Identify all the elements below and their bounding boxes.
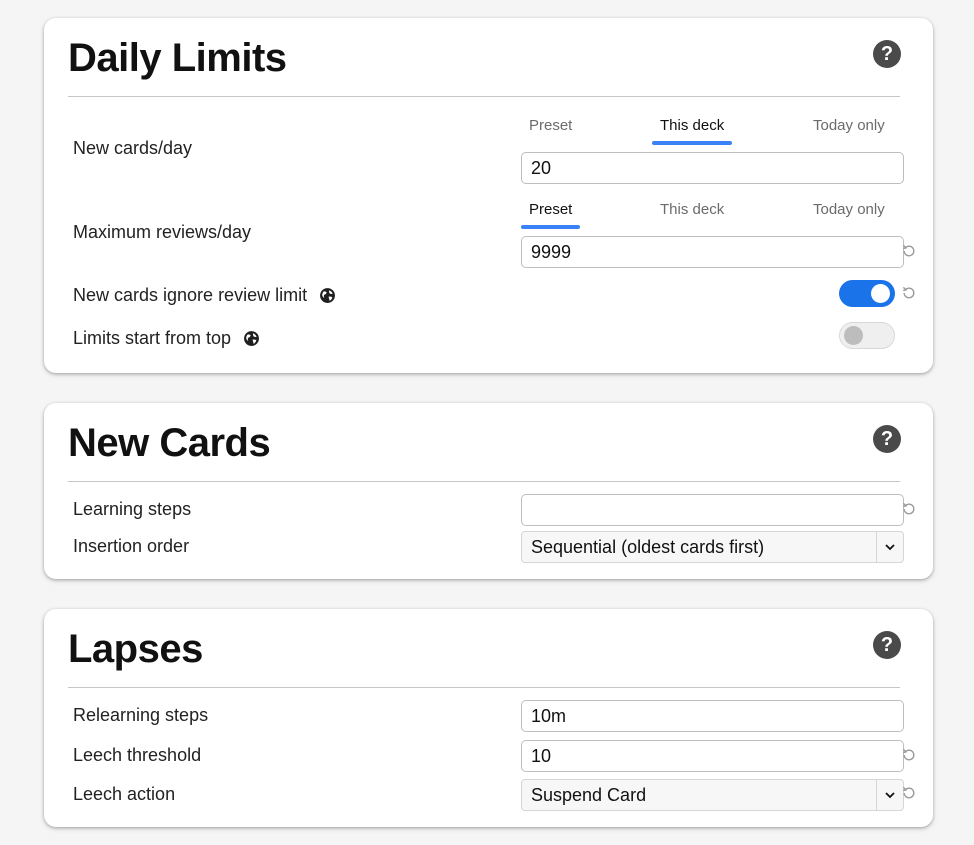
max-reviews-revert-icon[interactable] [901,243,917,259]
globe-icon [244,331,259,346]
lapses-help-icon[interactable]: ? [873,631,901,659]
leech-action-dropdown[interactable] [876,780,903,810]
new-cards-title: New Cards [68,421,271,465]
chevron-down-icon [885,792,895,799]
globe-icon [320,288,336,303]
relearning-steps-label-text: Relearning steps [73,705,209,725]
new-cards-per-day-input[interactable] [521,152,904,184]
insertion-order-value: Sequential (oldest cards first) [531,536,765,557]
lapses-card: Lapses ? Relearning steps Leech threshol… [44,609,933,827]
leech-threshold-revert-icon[interactable] [901,747,917,763]
daily-limits-title: Daily Limits [68,36,287,80]
relearning-steps-input[interactable] [521,700,904,732]
insertion-order-label: Insertion order [73,536,189,557]
leech-action-label-text: Leech action [73,784,176,804]
leech-action-value: Suspend Card [531,784,647,805]
limits-from-top-label-text: Limits start from top [73,328,232,348]
tab-max-reviews-this-deck[interactable]: This deck [660,201,724,218]
leech-threshold-label: Leech threshold [73,745,201,766]
learning-steps-input[interactable] [521,494,904,526]
max-reviews-per-day-label: Maximum reviews/day [73,222,251,243]
insertion-order-select[interactable]: Sequential (oldest cards first) [521,531,904,563]
leech-action-label: Leech action [73,784,175,805]
new-cards-card: New Cards ? Learning steps Insertion ord… [44,403,933,579]
new-cards-divider [68,481,900,482]
chevron-down-icon [885,544,895,551]
learning-steps-revert-icon[interactable] [901,501,917,517]
ignore-review-limit-revert-icon[interactable] [901,285,917,301]
tab-new-cards-this-deck[interactable]: This deck [651,117,733,145]
max-reviews-per-day-label-text: Maximum reviews/day [73,222,252,242]
new-cards-per-day-label: New cards/day [73,138,192,159]
daily-limits-help-icon[interactable]: ? [873,40,901,68]
lapses-title: Lapses [68,627,203,671]
tab-new-cards-preset[interactable]: Preset [529,117,572,134]
relearning-steps-label: Relearning steps [73,705,208,726]
daily-limits-card: Daily Limits ? New cards/day Preset This… [44,18,933,373]
ignore-review-limit-label: New cards ignore review limit [73,285,336,306]
leech-action-select[interactable]: Suspend Card [521,779,904,811]
leech-threshold-value[interactable] [531,745,903,767]
daily-limits-divider [68,96,900,97]
toggle-knob [871,284,890,303]
learning-steps-label-text: Learning steps [73,499,192,519]
new-cards-per-day-value[interactable] [531,157,903,179]
insertion-order-label-text: Insertion order [73,536,190,556]
tab-max-reviews-today-only[interactable]: Today only [813,201,885,218]
tab-new-cards-today-only[interactable]: Today only [813,117,885,134]
learning-steps-value[interactable] [531,499,903,521]
tab-max-reviews-preset[interactable]: Preset [520,201,581,229]
leech-threshold-label-text: Leech threshold [73,745,202,765]
learning-steps-label: Learning steps [73,499,191,520]
toggle-knob [844,326,863,345]
limits-from-top-toggle[interactable] [839,322,895,349]
ignore-review-limit-label-text: New cards ignore review limit [73,285,308,305]
relearning-steps-value[interactable] [531,705,903,727]
ignore-review-limit-toggle[interactable] [839,280,895,307]
max-reviews-limit-tabs: Preset This deck Today only [520,201,895,229]
max-reviews-per-day-input[interactable] [521,236,904,268]
limits-from-top-label: Limits start from top [73,328,260,349]
leech-threshold-input[interactable] [521,740,904,772]
new-cards-per-day-label-text: New cards/day [73,138,193,158]
max-reviews-per-day-value[interactable] [531,241,903,263]
new-cards-limit-tabs: Preset This deck Today only [521,117,895,145]
insertion-order-dropdown[interactable] [876,532,903,562]
leech-action-revert-icon[interactable] [901,785,917,801]
new-cards-help-icon[interactable]: ? [873,425,901,453]
lapses-divider [68,687,900,688]
